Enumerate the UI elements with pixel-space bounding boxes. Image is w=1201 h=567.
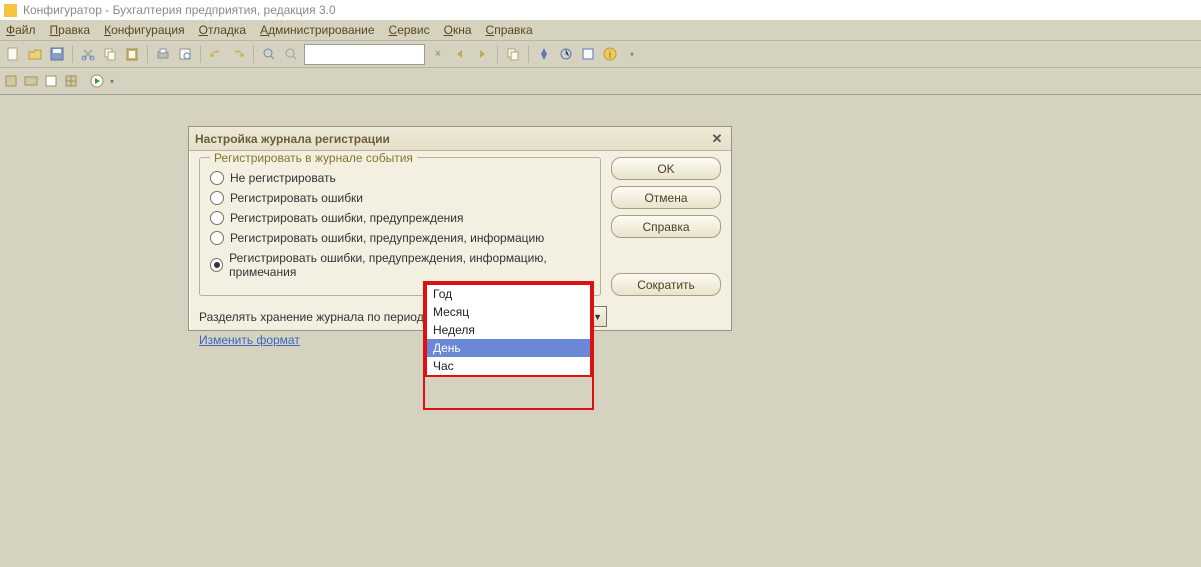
dropdown-arrow-icon[interactable]: ▾ [623, 45, 641, 63]
option-year[interactable]: Год [427, 285, 590, 303]
clear-search-icon[interactable]: × [429, 45, 447, 63]
svg-text:i: i [609, 50, 611, 61]
menu-config[interactable]: Конфигурация [104, 23, 185, 37]
option-month[interactable]: Месяц [427, 303, 590, 321]
t2-icon-4[interactable] [64, 74, 78, 88]
ok-button[interactable]: OK [611, 157, 721, 180]
menu-help[interactable]: Справка [486, 23, 533, 37]
preview-icon[interactable] [176, 45, 194, 63]
open-icon[interactable] [26, 45, 44, 63]
menu-windows[interactable]: Окна [444, 23, 472, 37]
split-label: Разделять хранение журнала по периодам [199, 310, 439, 324]
fieldset-events: Регистрировать в журнале события Не реги… [199, 157, 601, 296]
shrink-button[interactable]: Сократить [611, 273, 721, 296]
toolbar-main: × i ▾ [0, 41, 1201, 68]
tool2-icon[interactable] [557, 45, 575, 63]
dropdown-arrow2-icon[interactable]: ▾ [110, 77, 114, 86]
tool3-icon[interactable] [579, 45, 597, 63]
radio-all[interactable]: Регистрировать ошибки, предупреждения, и… [210, 251, 590, 279]
copy2-icon[interactable] [504, 45, 522, 63]
fieldset-legend: Регистрировать в журнале события [210, 151, 417, 165]
copy-icon[interactable] [101, 45, 119, 63]
save-icon[interactable] [48, 45, 66, 63]
app-title: Конфигуратор - Бухгалтерия предприятия, … [23, 3, 336, 17]
radio-none[interactable]: Не регистрировать [210, 171, 590, 185]
prev-icon[interactable] [451, 45, 469, 63]
undo-icon[interactable] [207, 45, 225, 63]
menubar: Файл Правка Конфигурация Отладка Админис… [0, 20, 1201, 41]
next-icon[interactable] [473, 45, 491, 63]
radio-errors-warn-info[interactable]: Регистрировать ошибки, предупреждения, и… [210, 231, 590, 245]
t2-icon-2[interactable] [24, 74, 38, 88]
dialog-titlebar: Настройка журнала регистрации ✕ [189, 127, 731, 151]
cut-icon[interactable] [79, 45, 97, 63]
change-format-link[interactable]: Изменить формат [199, 333, 300, 347]
radio-errors-warn[interactable]: Регистрировать ошибки, предупреждения [210, 211, 590, 225]
menu-debug[interactable]: Отладка [199, 23, 246, 37]
dialog-title-text: Настройка журнала регистрации [195, 132, 390, 146]
menu-edit[interactable]: Правка [50, 23, 91, 37]
option-week[interactable]: Неделя [427, 321, 590, 339]
redo-icon[interactable] [229, 45, 247, 63]
menu-file[interactable]: Файл [6, 23, 36, 37]
period-dropdown: Год Месяц Неделя День Час [425, 283, 592, 377]
print-icon[interactable] [154, 45, 172, 63]
new-icon[interactable] [4, 45, 22, 63]
toolbar-secondary: ▾ [0, 68, 1201, 95]
find-icon[interactable] [260, 45, 278, 63]
tool1-icon[interactable] [535, 45, 553, 63]
paste-icon[interactable] [123, 45, 141, 63]
close-icon[interactable]: ✕ [709, 131, 725, 147]
t2-icon-1[interactable] [4, 74, 18, 88]
option-hour[interactable]: Час [427, 357, 590, 375]
radio-errors[interactable]: Регистрировать ошибки [210, 191, 590, 205]
info-icon[interactable]: i [601, 45, 619, 63]
search-input[interactable] [304, 44, 425, 65]
titlebar: Конфигуратор - Бухгалтерия предприятия, … [0, 0, 1201, 20]
menu-admin[interactable]: Администрирование [260, 23, 374, 37]
run-icon[interactable] [90, 74, 104, 88]
find2-icon[interactable] [282, 45, 300, 63]
menu-service[interactable]: Сервис [389, 23, 430, 37]
app-icon [4, 4, 17, 17]
help-button[interactable]: Справка [611, 215, 721, 238]
cancel-button[interactable]: Отмена [611, 186, 721, 209]
t2-icon-3[interactable] [44, 74, 58, 88]
option-day[interactable]: День [427, 339, 590, 357]
